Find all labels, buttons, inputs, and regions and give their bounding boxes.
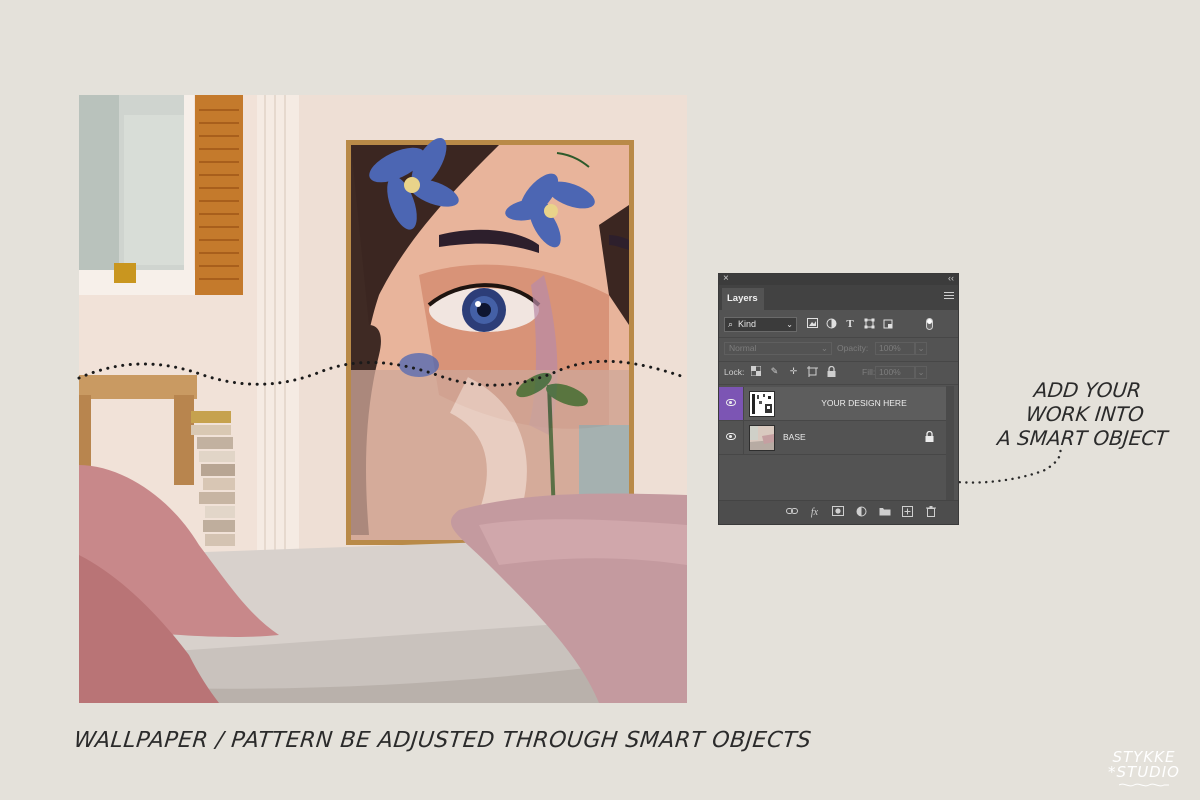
mockup-photo <box>79 95 687 703</box>
panel-titlebar: × ‹‹ <box>719 273 958 285</box>
side-note-line-2: WORK INTO <box>1024 402 1146 426</box>
tab-layers[interactable]: Layers <box>722 288 764 310</box>
side-note-line-3: A SMART OBJECT <box>996 426 1169 450</box>
panel-menu-icon[interactable] <box>944 292 954 301</box>
fill-label: Fill: <box>862 367 876 377</box>
opacity-field[interactable]: 100% ⌄ <box>875 342 927 355</box>
new-group-icon[interactable] <box>878 506 891 519</box>
opacity-label: Opacity: <box>837 343 869 353</box>
layer-thumbnail <box>749 425 775 451</box>
lock-row: Lock: ✎ ✛ Fill: 100% ⌄ <box>724 365 954 380</box>
smart-object-filter-icon[interactable] <box>882 318 894 330</box>
link-layers-icon[interactable] <box>785 506 798 519</box>
logo-wave-icon <box>1119 783 1169 787</box>
bedroom-scene-image <box>79 95 687 703</box>
new-layer-icon[interactable] <box>901 506 914 519</box>
chevron-down-icon: ⌄ <box>786 320 793 329</box>
lock-all-icon[interactable] <box>826 365 837 377</box>
side-note-line-1: ADD YOUR <box>1032 378 1143 402</box>
layer-row-base[interactable]: BASE <box>719 421 946 455</box>
shape-filter-icon[interactable] <box>863 318 875 330</box>
layers-panel: × ‹‹ Layers ⌕ Kind ⌄ T Normal ⌄ Opacity:… <box>718 273 959 525</box>
blend-row: Normal ⌄ Opacity: 100% ⌄ <box>724 342 954 356</box>
panel-bottom-toolbar: fx <box>719 500 958 524</box>
lock-image-pixels-icon[interactable]: ✎ <box>769 366 780 377</box>
divider <box>719 337 958 338</box>
kind-filter-select[interactable]: ⌕ Kind ⌄ <box>724 317 797 332</box>
lock-label: Lock: <box>724 367 745 377</box>
layer-thumbnail <box>749 391 775 417</box>
blend-mode-value: Normal <box>729 343 757 353</box>
collapse-icon[interactable]: ‹‹ <box>948 273 954 283</box>
layers-scrollbar[interactable] <box>946 386 954 510</box>
adjustment-filter-icon[interactable] <box>825 318 837 330</box>
visibility-toggle[interactable] <box>719 387 744 420</box>
fill-value: 100% <box>879 367 901 377</box>
lock-artboard-icon[interactable] <box>807 366 818 377</box>
chevron-down-icon[interactable]: ⌄ <box>915 342 927 355</box>
divider <box>719 384 958 385</box>
layer-row-your-design-here[interactable]: YOUR DESIGN HERE <box>719 387 946 421</box>
studio-logo: STYKKE *STUDIO <box>1104 750 1184 788</box>
lock-position-icon[interactable]: ✛ <box>788 366 799 377</box>
type-filter-icon[interactable]: T <box>844 318 856 330</box>
filter-row: ⌕ Kind ⌄ T <box>724 317 954 333</box>
new-adjustment-icon[interactable] <box>855 506 868 519</box>
search-icon: ⌕ <box>728 319 734 329</box>
layer-style-icon[interactable]: fx <box>808 506 821 519</box>
layer-name: BASE <box>783 432 806 442</box>
fill-field[interactable]: 100% ⌄ <box>875 366 927 379</box>
side-note: ADD YOUR WORK INTO A SMART OBJECT <box>986 378 1184 450</box>
logo-line-2: *STUDIO <box>1108 763 1180 781</box>
chevron-down-icon: ⌄ <box>820 343 828 353</box>
divider <box>719 361 958 362</box>
visibility-toggle[interactable] <box>719 421 744 454</box>
eye-icon <box>726 399 736 406</box>
image-filter-icon[interactable] <box>806 318 818 330</box>
panel-tabbar: Layers <box>719 285 958 310</box>
chevron-down-icon[interactable]: ⌄ <box>915 366 927 379</box>
kind-filter-value: Kind <box>738 319 757 329</box>
layer-name: YOUR DESIGN HERE <box>821 398 907 408</box>
caption-text: WALLPAPER / PATTERN BE ADJUSTED THROUGH … <box>72 728 813 753</box>
opacity-value: 100% <box>879 343 901 353</box>
close-icon[interactable]: × <box>723 273 729 284</box>
blend-mode-select[interactable]: Normal ⌄ <box>724 342 832 355</box>
add-mask-icon[interactable] <box>831 506 844 519</box>
lock-transparent-pixels-icon[interactable] <box>750 365 761 377</box>
delete-layer-icon[interactable] <box>924 506 937 519</box>
filter-toggle-switch[interactable] <box>926 318 933 330</box>
eye-icon <box>726 433 736 440</box>
lock-icon <box>925 431 934 442</box>
